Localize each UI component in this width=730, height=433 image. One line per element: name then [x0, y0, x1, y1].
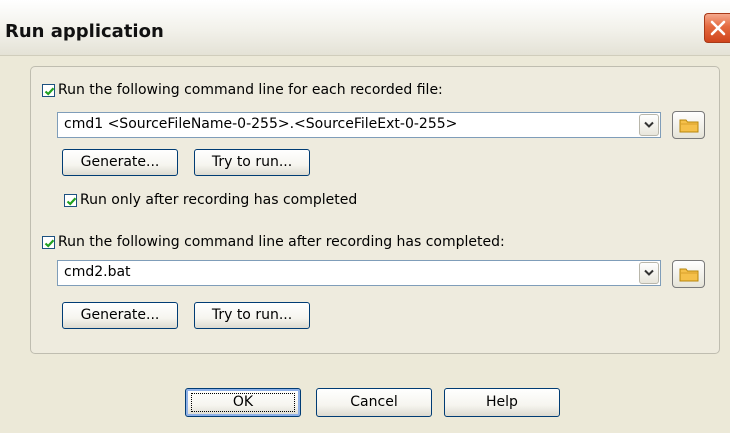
command-line-2-dropdown[interactable] [639, 262, 659, 284]
check-icon [66, 196, 77, 206]
run-each-file-row: Run the following command line for each … [42, 82, 443, 98]
generate-2-button[interactable]: Generate... [62, 302, 178, 329]
check-icon [44, 238, 55, 248]
help-button[interactable]: Help [444, 388, 560, 417]
close-button[interactable] [704, 13, 730, 43]
run-each-file-checkbox[interactable] [42, 83, 55, 97]
generate-1-button[interactable]: Generate... [62, 149, 178, 176]
run-after-recording-row: Run the following command line after rec… [42, 234, 505, 250]
focus-indicator [191, 393, 295, 412]
chevron-down-icon [644, 269, 654, 276]
try-run-1-button[interactable]: Try to run... [194, 149, 310, 176]
window-title: Run application [5, 21, 164, 42]
run-after-recording-label: Run the following command line after rec… [58, 234, 505, 250]
browse-2-button[interactable] [672, 260, 705, 288]
run-after-completed-label: Run only after recording has completed [80, 192, 358, 208]
run-after-completed-row: Run only after recording has completed [64, 192, 357, 208]
command-line-1-dropdown[interactable] [639, 114, 659, 136]
run-after-completed-checkbox[interactable] [64, 193, 77, 207]
run-after-recording-checkbox[interactable] [42, 235, 55, 249]
browse-1-button[interactable] [672, 111, 705, 139]
ok-button[interactable]: OK [185, 388, 301, 417]
chevron-down-icon [644, 121, 654, 128]
cancel-button[interactable]: Cancel [316, 388, 432, 417]
command-line-2-value: cmd2.bat [64, 264, 131, 280]
title-bar: Run application [0, 0, 730, 56]
command-line-2-combo[interactable]: cmd2.bat [57, 260, 661, 286]
command-line-1-combo[interactable]: cmd1 <SourceFileName-0-255>.<SourceFileE… [57, 112, 661, 138]
close-icon [710, 20, 726, 36]
try-run-2-button[interactable]: Try to run... [194, 302, 310, 329]
folder-icon [679, 268, 699, 282]
command-line-1-value: cmd1 <SourceFileName-0-255>.<SourceFileE… [64, 116, 458, 132]
run-each-file-label: Run the following command line for each … [58, 82, 443, 98]
folder-icon [679, 119, 699, 133]
check-icon [44, 86, 55, 96]
